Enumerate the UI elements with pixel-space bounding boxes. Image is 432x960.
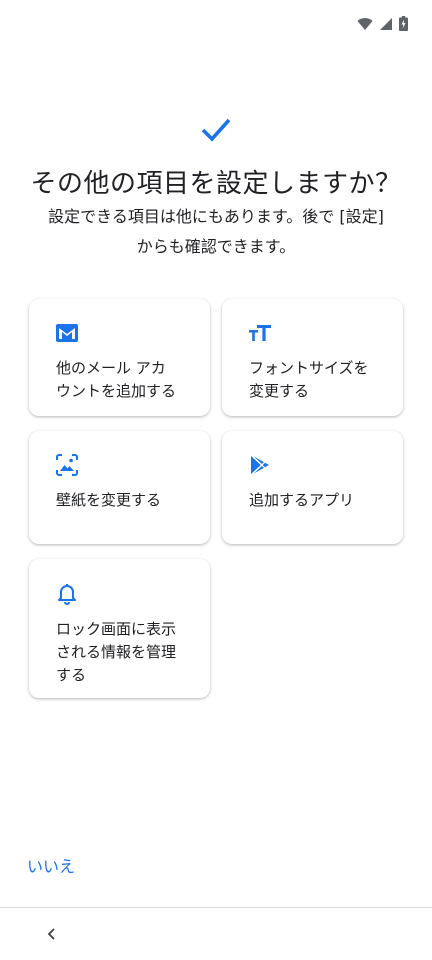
page-subtitle: 設定できる項目は他にもあります。後で [設定] からも確認できます。 bbox=[20, 202, 412, 262]
chevron-left-icon bbox=[47, 928, 55, 940]
card-label: 他のメール アカ ウントを追加する bbox=[56, 359, 177, 400]
bell-icon bbox=[58, 584, 76, 605]
font-size-icon bbox=[249, 325, 271, 341]
page-title: その他の項目を設定しますか？ bbox=[30, 169, 402, 199]
mail-icon bbox=[56, 324, 78, 342]
card-label: ロック画面に表示 される情報を管理 する bbox=[56, 620, 177, 684]
no-button[interactable]: いいえ bbox=[27, 855, 75, 879]
subtitle-line-1: 設定できる項目は他にもあります。後で [設定] bbox=[48, 207, 384, 226]
status-bar bbox=[0, 0, 432, 48]
wallpaper-icon bbox=[56, 454, 78, 476]
back-button[interactable] bbox=[36, 918, 68, 950]
manage-lockscreen-info-card[interactable]: ロック画面に表示 される情報を管理 する bbox=[29, 559, 210, 698]
add-apps-card[interactable]: 追加するアプリ bbox=[222, 431, 403, 544]
cell-signal-icon bbox=[380, 17, 392, 30]
battery-charging-icon bbox=[399, 16, 408, 31]
check-icon bbox=[201, 118, 231, 142]
subtitle-line-2: からも確認できます。 bbox=[136, 237, 296, 256]
change-font-size-card[interactable]: フォントサイズを 変更する bbox=[222, 299, 403, 416]
card-label: 壁紙を変更する bbox=[56, 491, 162, 509]
card-label: 追加するアプリ bbox=[249, 491, 355, 509]
wifi-icon bbox=[357, 17, 373, 30]
change-wallpaper-card[interactable]: 壁紙を変更する bbox=[29, 431, 210, 544]
play-store-icon bbox=[250, 454, 269, 476]
card-label: フォントサイズを 変更する bbox=[249, 359, 369, 400]
add-email-account-card[interactable]: 他のメール アカ ウントを追加する bbox=[29, 299, 210, 416]
nav-divider bbox=[0, 907, 432, 908]
status-icons bbox=[357, 16, 408, 31]
